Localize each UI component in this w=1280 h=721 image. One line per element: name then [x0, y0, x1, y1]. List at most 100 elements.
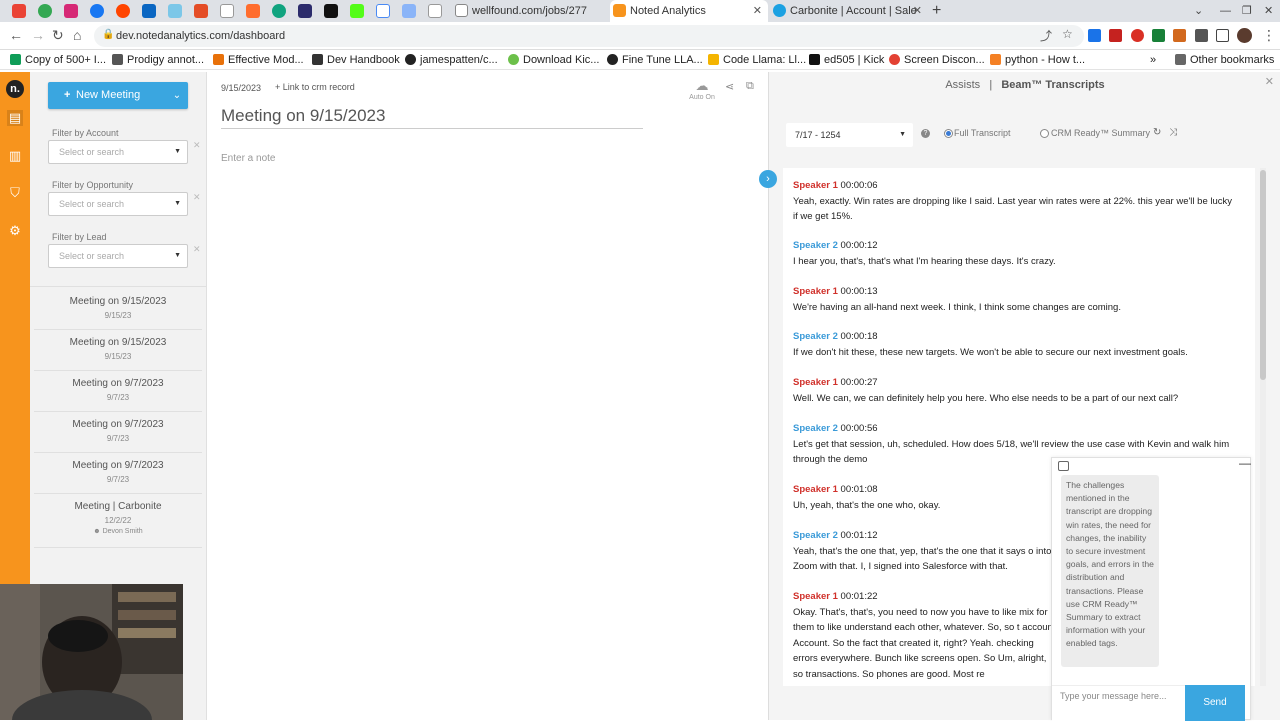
- kick-tab-icon[interactable]: [350, 4, 364, 18]
- clear-filter-icon[interactable]: ✕: [193, 140, 201, 151]
- crm-summary-radio[interactable]: [1040, 129, 1049, 138]
- sidepanel-icon[interactable]: [1216, 29, 1229, 42]
- pinned-tab-icon[interactable]: [168, 4, 182, 18]
- clear-filter-icon[interactable]: ✕: [193, 192, 201, 203]
- close-tab-icon[interactable]: ✕: [913, 0, 922, 22]
- pinned-tab-icon[interactable]: [194, 4, 208, 18]
- share-icon[interactable]: ⤴: [1040, 27, 1052, 44]
- back-icon[interactable]: ←: [9, 27, 23, 43]
- filter-account-select[interactable]: Select or search ▼: [48, 140, 188, 164]
- filter-opportunity-select[interactable]: Select or search ▼: [48, 192, 188, 216]
- tab-search-icon[interactable]: ⌄: [1194, 0, 1203, 22]
- notes-icon[interactable]: ▤: [7, 110, 23, 126]
- pinned-tab-icon[interactable]: [402, 4, 416, 18]
- meeting-list-item[interactable]: Meeting on 9/15/2023 9/15/23: [34, 289, 202, 330]
- close-window-icon[interactable]: ✕: [1264, 0, 1273, 22]
- gmail-tab-icon[interactable]: [12, 4, 26, 18]
- extension-icon[interactable]: [1173, 29, 1186, 42]
- bookmark-item[interactable]: Download Kic...: [508, 50, 599, 70]
- tab-assists[interactable]: Assists: [945, 79, 980, 91]
- close-tab-icon[interactable]: ✕: [753, 0, 762, 22]
- home-icon[interactable]: ⌂: [73, 27, 81, 43]
- transcript-text: Yeah, that's the one that, yep, that's t…: [793, 545, 1052, 573]
- send-button[interactable]: Send: [1185, 685, 1245, 721]
- refresh-icon[interactable]: ↻: [1153, 127, 1161, 138]
- bookmarks-overflow-icon[interactable]: »: [1150, 50, 1156, 70]
- tab-noted-analytics[interactable]: Noted Analytics ✕: [610, 0, 768, 22]
- openai-tab-icon[interactable]: [272, 4, 286, 18]
- bookmark-item[interactable]: Code Llama: Ll...: [708, 50, 806, 70]
- transcript-text: Yeah, exactly. Win rates are dropping li…: [793, 195, 1233, 223]
- new-tab-icon[interactable]: +: [932, 0, 941, 22]
- extension-icon[interactable]: [1109, 29, 1122, 42]
- meeting-list-item[interactable]: Meeting on 9/15/2023 9/15/23: [34, 330, 202, 371]
- assistant-message: The challenges mentioned in the transcri…: [1061, 475, 1159, 667]
- meeting-list-item[interactable]: Meeting on 9/7/2023 9/7/23: [34, 453, 202, 494]
- education-icon[interactable]: ⛉: [7, 185, 23, 201]
- facebook-tab-icon[interactable]: [90, 4, 104, 18]
- bookmark-item[interactable]: ed505 | Kick: [809, 50, 884, 70]
- chat-message-input[interactable]: Type your message here...: [1052, 685, 1185, 721]
- reload-icon[interactable]: ↻: [52, 27, 64, 44]
- pinned-tab-icon[interactable]: [428, 4, 442, 18]
- tab-beam-transcripts[interactable]: Beam™ Transcripts: [1001, 79, 1104, 91]
- bookmark-item[interactable]: Copy of 500+ I...: [10, 50, 106, 70]
- extension-icon[interactable]: [1131, 29, 1144, 42]
- bookmark-star-icon[interactable]: ☆: [1062, 27, 1073, 41]
- noted-logo-icon[interactable]: n.: [6, 80, 24, 98]
- extensions-puzzle-icon[interactable]: [1195, 29, 1208, 42]
- extension-icon[interactable]: [1088, 29, 1101, 42]
- close-panel-icon[interactable]: ✕: [1265, 75, 1274, 88]
- meeting-list-item[interactable]: Meeting | Carbonite 12/2/22 ☻ Devon Smit…: [34, 494, 202, 548]
- reddit-tab-icon[interactable]: [116, 4, 130, 18]
- full-transcript-radio[interactable]: [944, 129, 953, 138]
- link-to-crm-button[interactable]: + Link to crm record: [275, 82, 355, 92]
- auto-on-toggle[interactable]: ☁ Auto On: [685, 78, 719, 101]
- extension-icon[interactable]: [1152, 29, 1165, 42]
- new-meeting-button[interactable]: + New Meeting ⌄: [48, 82, 188, 109]
- browser-menu-icon[interactable]: ⋮: [1262, 27, 1276, 44]
- bookmark-item[interactable]: Screen Discon...: [889, 50, 985, 70]
- meeting-list-item[interactable]: Meeting on 9/7/2023 9/7/23: [34, 371, 202, 412]
- note-title[interactable]: Meeting on 9/15/2023: [221, 106, 643, 129]
- scrollbar-thumb[interactable]: [1260, 170, 1266, 380]
- tab-wellfound[interactable]: wellfound.com/jobs/277: [452, 0, 607, 22]
- other-bookmarks[interactable]: Other bookmarks: [1175, 50, 1274, 70]
- forward-icon[interactable]: →: [31, 27, 45, 43]
- url-field[interactable]: 🔒 dev.notedanalytics.com/dashboard ⤴ ☆: [94, 25, 1084, 47]
- bookmark-item[interactable]: Dev Handbook: [312, 50, 400, 70]
- pinned-tab-icon[interactable]: [38, 4, 52, 18]
- pop-out-icon[interactable]: ⧉: [746, 80, 754, 93]
- chevron-down-icon[interactable]: ⌄: [168, 82, 186, 109]
- instagram-tab-icon[interactable]: [64, 4, 78, 18]
- bookmark-item[interactable]: Prodigy annot...: [112, 50, 204, 70]
- wellfound-icon: [455, 4, 468, 17]
- help-icon[interactable]: ?: [921, 129, 930, 138]
- pinned-tab-icon[interactable]: [246, 4, 260, 18]
- maximize-icon[interactable]: ❐: [1242, 0, 1252, 22]
- linkedin-tab-icon[interactable]: [142, 4, 156, 18]
- filter-lead-select[interactable]: Select or search ▼: [48, 244, 188, 268]
- pinned-tab-icon[interactable]: [376, 4, 390, 18]
- collapse-panel-icon[interactable]: ›: [759, 170, 777, 188]
- pinned-tab-icon[interactable]: [324, 4, 338, 18]
- clear-filter-icon[interactable]: ✕: [193, 244, 201, 255]
- pinned-tab-icon[interactable]: [298, 4, 312, 18]
- transcript-select[interactable]: 7/17 - 1254 ▼: [786, 123, 913, 147]
- meeting-list-item[interactable]: Meeting on 9/7/2023 9/7/23: [34, 412, 202, 453]
- analytics-icon[interactable]: ▥: [7, 148, 23, 164]
- settings-icon[interactable]: ⚙: [7, 223, 23, 239]
- note-input[interactable]: Enter a note: [221, 153, 275, 164]
- bookmark-item[interactable]: jamespatten/c...: [405, 50, 498, 70]
- transcript-scrollbar[interactable]: [1260, 168, 1266, 686]
- shuffle-icon[interactable]: ⤨: [1169, 127, 1177, 138]
- vimeo-tab-icon[interactable]: [220, 4, 234, 18]
- tab-carbonite[interactable]: Carbonite | Account | Sale ✕: [770, 0, 928, 22]
- share-icon[interactable]: ⋖: [725, 80, 734, 93]
- minimize-chat-icon[interactable]: —: [1239, 456, 1251, 470]
- profile-avatar-icon[interactable]: [1237, 28, 1252, 43]
- minimize-icon[interactable]: —: [1220, 0, 1231, 22]
- bookmark-item[interactable]: Fine Tune LLA...: [607, 50, 703, 70]
- bookmark-item[interactable]: python - How t...: [990, 50, 1085, 70]
- bookmark-item[interactable]: Effective Mod...: [213, 50, 304, 70]
